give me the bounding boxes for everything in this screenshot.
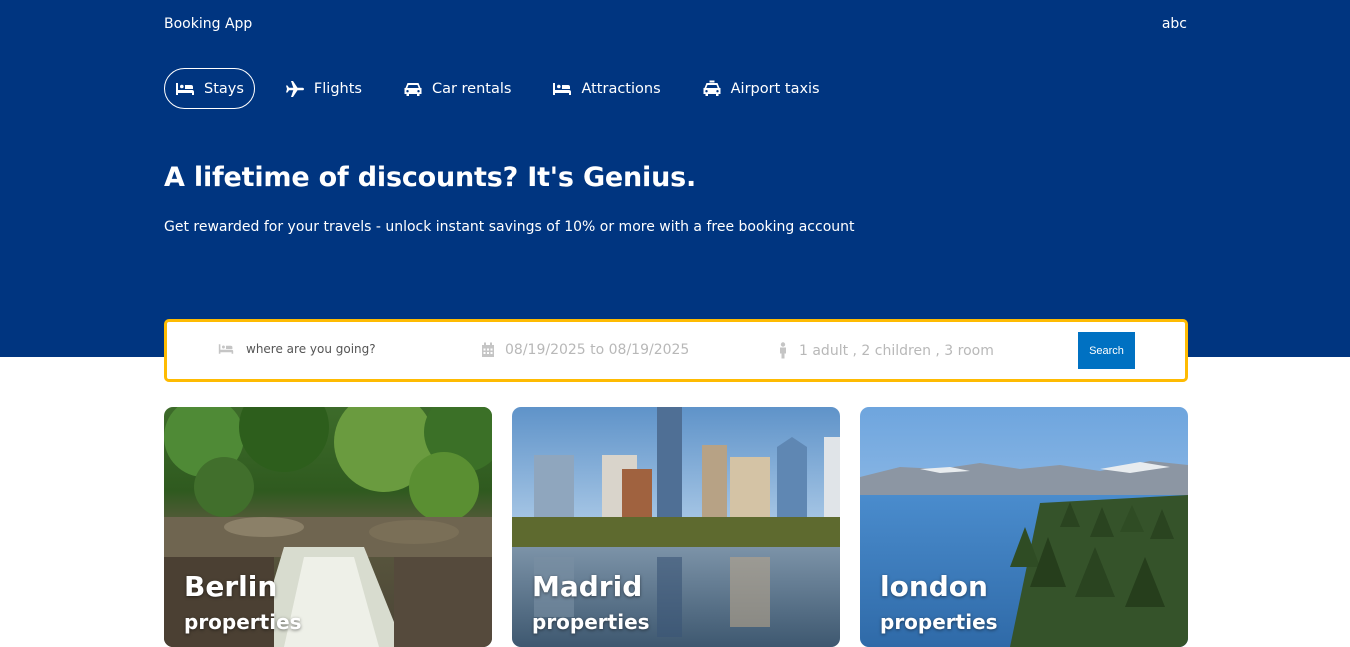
tab-airport-taxis[interactable]: Airport taxis xyxy=(691,68,831,109)
city-cards: Berlin properties Madrid properties lond… xyxy=(164,407,1188,647)
hero-title: A lifetime of discounts? It's Genius. xyxy=(164,162,697,193)
guests-text: 1 adult , 2 children , 3 room xyxy=(799,342,994,359)
city-name: london xyxy=(880,570,988,603)
nav-tabs: Stays Flights Car rentals Attractions Ai… xyxy=(164,68,850,109)
destination-input[interactable] xyxy=(246,342,446,356)
taxi-icon xyxy=(703,80,721,96)
city-name: Madrid xyxy=(532,570,643,603)
tab-car-rentals[interactable]: Car rentals xyxy=(392,68,523,109)
city-name: Berlin xyxy=(184,570,278,603)
city-properties: properties xyxy=(532,610,650,634)
tab-label: Car rentals xyxy=(431,80,512,97)
tab-label: Airport taxis xyxy=(730,80,820,97)
date-picker[interactable]: 08/19/2025 to 08/19/2025 xyxy=(481,342,689,358)
city-properties: properties xyxy=(184,610,302,634)
tab-stays[interactable]: Stays xyxy=(164,68,255,109)
hero-subtitle: Get rewarded for your travels - unlock i… xyxy=(164,219,855,235)
guests-picker[interactable]: 1 adult , 2 children , 3 room xyxy=(777,342,994,359)
tab-label: Stays xyxy=(204,80,244,97)
destination-field[interactable] xyxy=(216,341,446,357)
bed-icon xyxy=(218,344,234,354)
tab-label: Flights xyxy=(313,80,362,97)
top-bar: Booking App abc xyxy=(164,14,1187,34)
bed-icon xyxy=(176,82,194,95)
tab-flights[interactable]: Flights xyxy=(274,68,373,109)
city-properties: properties xyxy=(880,610,998,634)
search-bar: 08/19/2025 to 08/19/2025 1 adult , 2 chi… xyxy=(164,319,1188,382)
search-button[interactable]: Search xyxy=(1078,332,1135,369)
car-icon xyxy=(404,82,422,96)
user-name[interactable]: abc xyxy=(1162,16,1187,32)
tab-label: Attractions xyxy=(581,80,661,97)
city-card-madrid[interactable]: Madrid properties xyxy=(512,407,840,647)
plane-icon xyxy=(285,80,304,97)
header: Booking App abc Stays Flights Car rental… xyxy=(0,0,1350,357)
date-range-text: 08/19/2025 to 08/19/2025 xyxy=(505,342,690,358)
calendar-icon xyxy=(482,342,494,357)
city-card-berlin[interactable]: Berlin properties xyxy=(164,407,492,647)
city-card-london[interactable]: london properties xyxy=(860,407,1188,647)
person-icon xyxy=(780,342,786,359)
bed-icon xyxy=(553,82,572,95)
app-logo[interactable]: Booking App xyxy=(164,16,252,32)
tab-attractions[interactable]: Attractions xyxy=(541,68,671,109)
